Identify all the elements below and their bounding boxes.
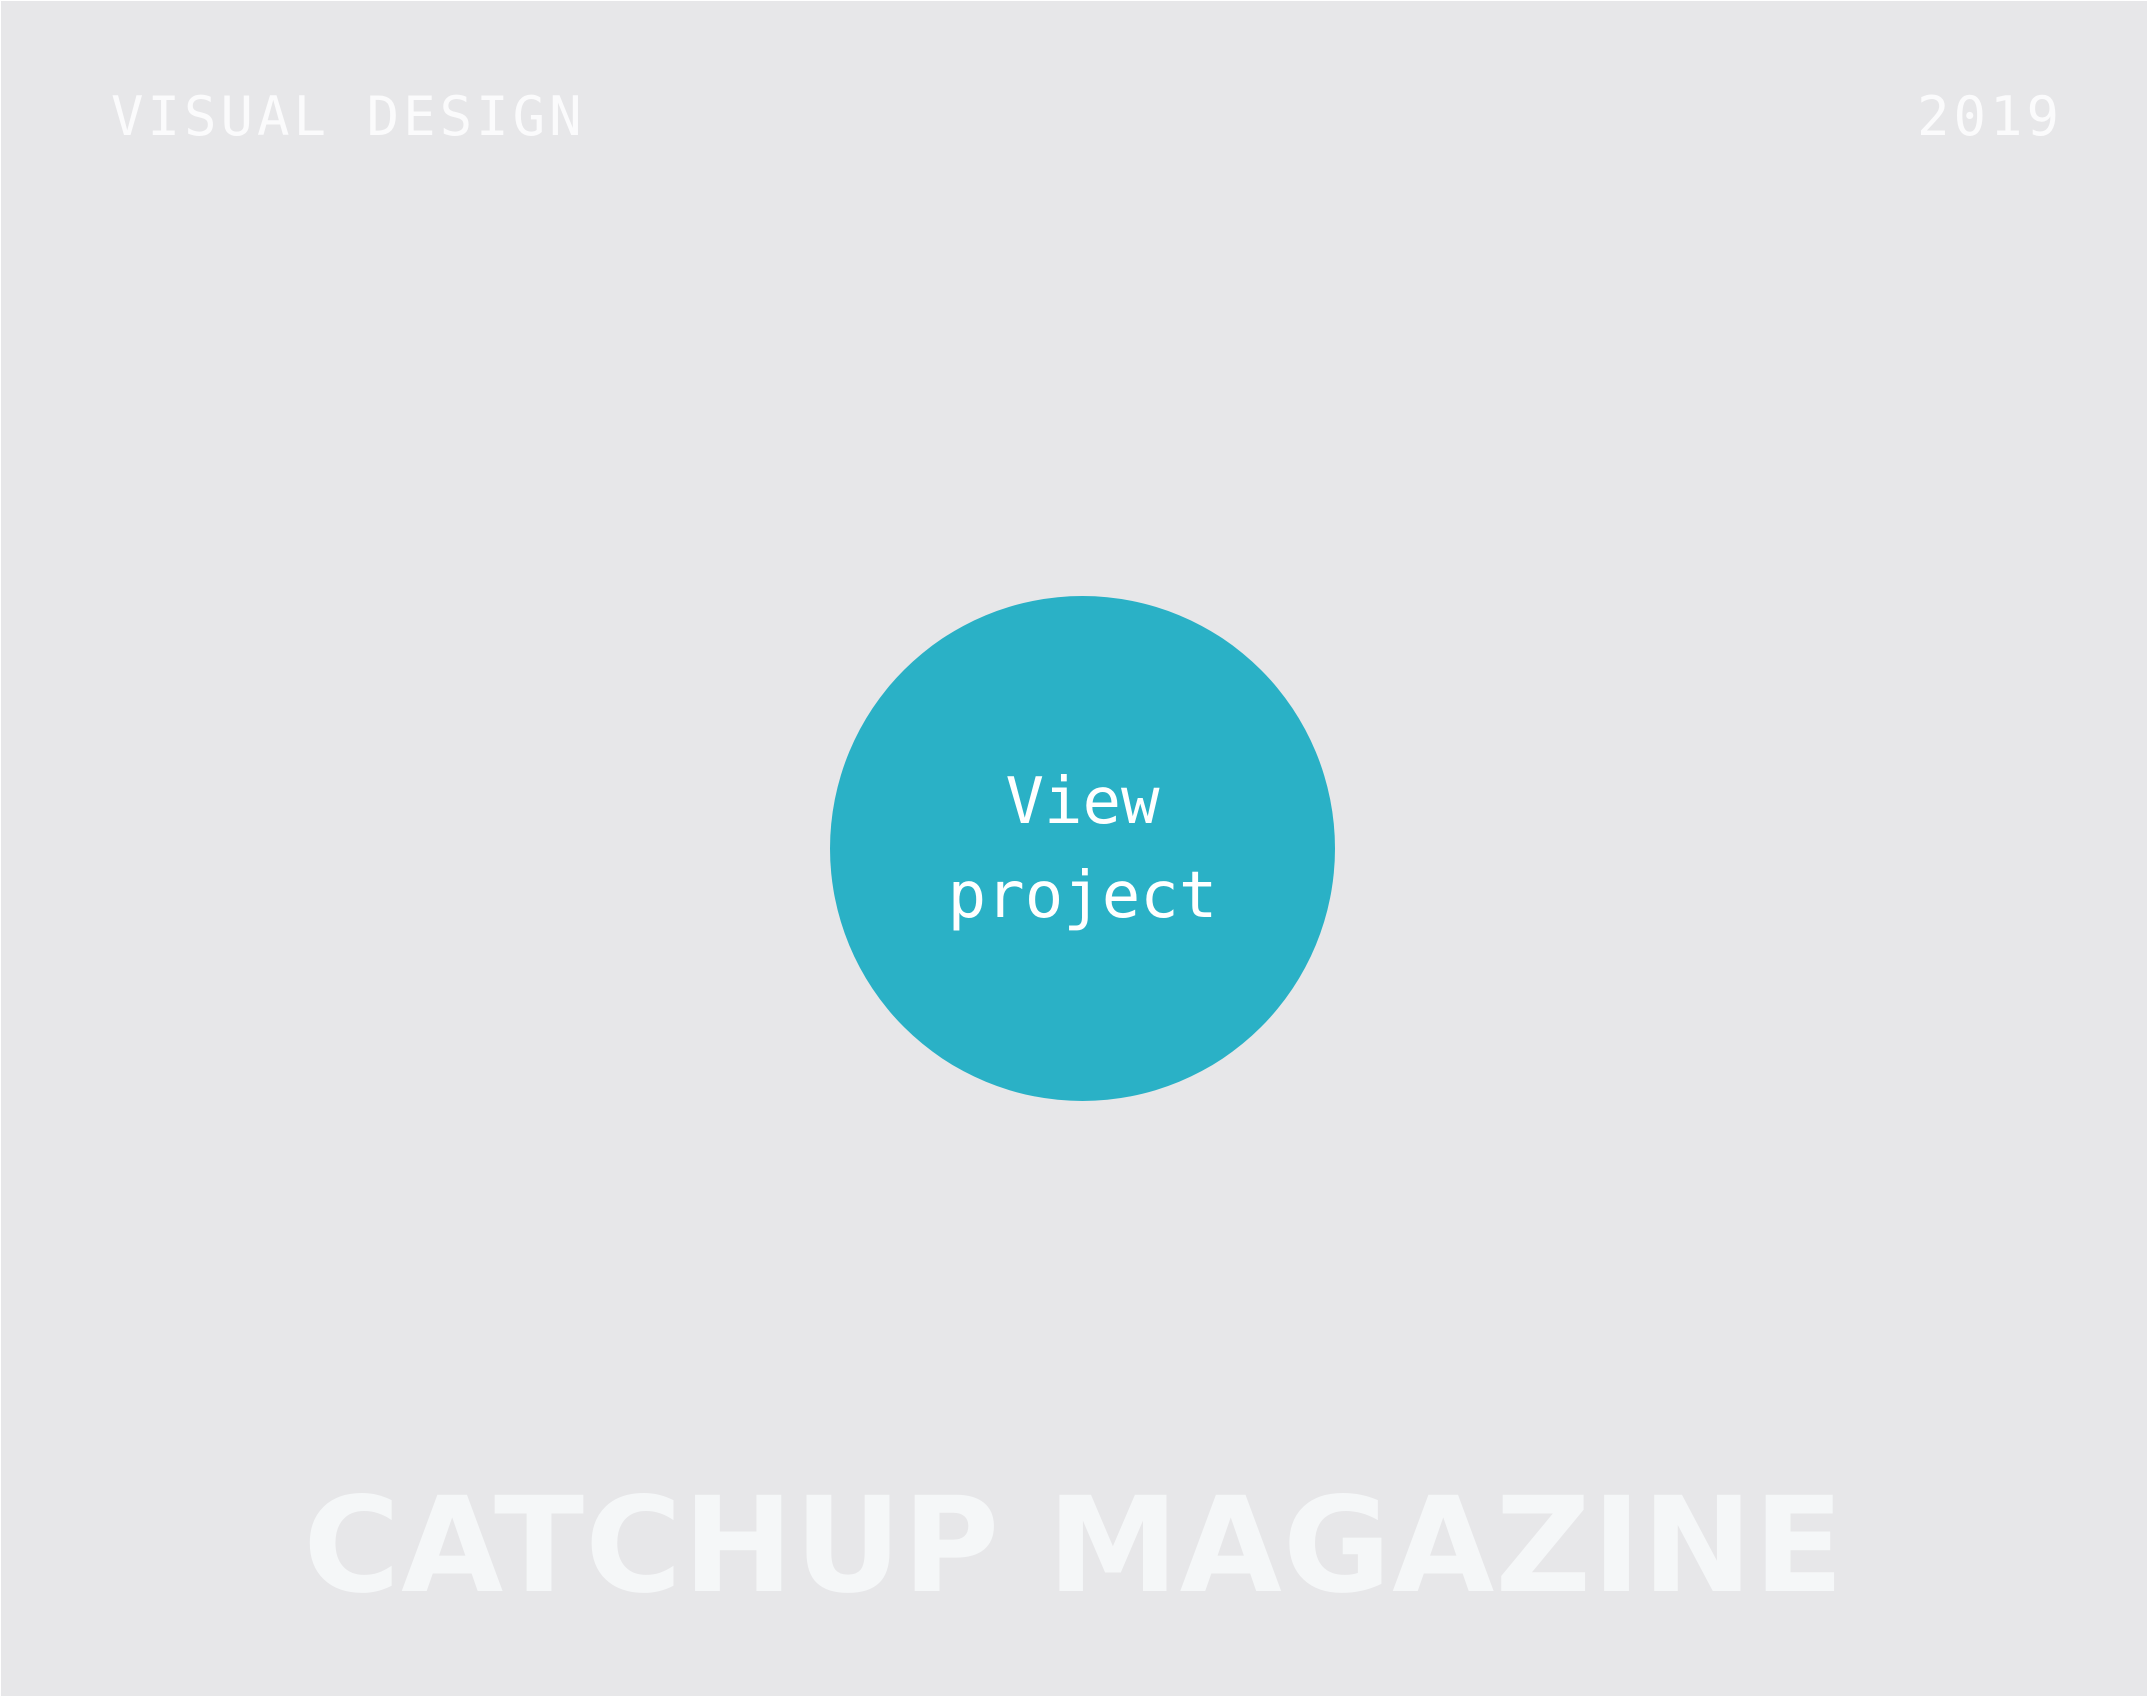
view-project-button[interactable]: View project	[830, 596, 1335, 1101]
project-category: VISUAL DESIGN	[111, 85, 586, 148]
project-card: VISUAL DESIGN 2019 View project CATCHUP …	[1, 1, 2147, 1696]
project-title: CATCHUP MAGAZINE	[303, 1469, 1845, 1623]
project-year: 2019	[1916, 85, 2063, 148]
view-project-label: View project	[947, 764, 1218, 933]
